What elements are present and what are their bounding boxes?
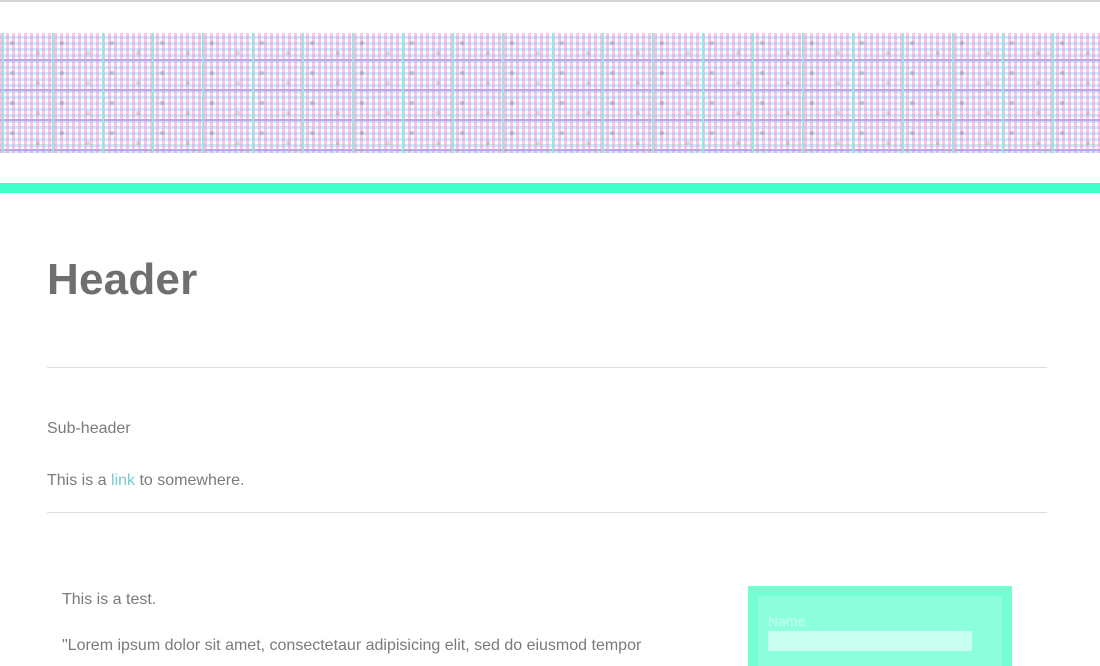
contact-form-panel: Name — [748, 586, 1012, 666]
accent-stripe — [0, 183, 1100, 193]
subheader: Sub-header — [47, 420, 131, 437]
page-title: Header — [47, 255, 198, 304]
lorem-paragraph: "Lorem ipsum dolor sit amet, consectetau… — [62, 637, 642, 654]
article-column: This is a test. "Lorem ipsum dolor sit a… — [62, 591, 712, 655]
section-divider — [47, 512, 1047, 513]
top-border-line — [0, 0, 1100, 2]
test-text: This is a test. — [62, 591, 157, 608]
link-sentence-prefix: This is a — [47, 472, 112, 489]
somewhere-link[interactable]: link — [111, 472, 135, 489]
decorative-pattern-banner — [0, 33, 1100, 153]
name-label: Name — [768, 613, 806, 629]
name-input[interactable] — [768, 631, 972, 651]
link-sentence: This is a link to somewhere. — [47, 472, 244, 490]
main-content: Header Sub-header This is a link to some… — [47, 193, 1047, 666]
section-divider — [47, 367, 1047, 368]
link-sentence-suffix: to somewhere. — [135, 472, 245, 489]
